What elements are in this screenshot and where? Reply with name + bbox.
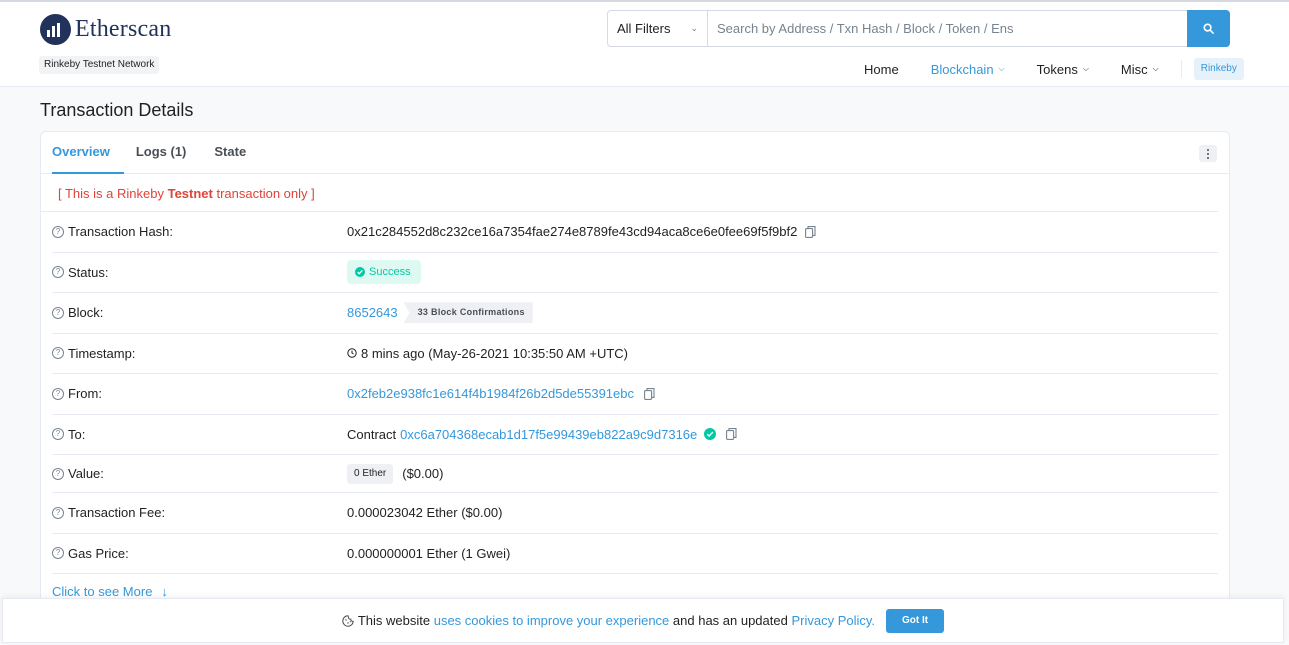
label-text: Transaction Fee: — [68, 505, 166, 521]
etherscan-logo-icon — [40, 14, 71, 45]
to-prefix: Contract — [347, 426, 397, 442]
cookie-text-2: and has an updated — [672, 613, 788, 628]
site-header: Etherscan Rinkeby Testnet Network All Fi… — [0, 2, 1289, 87]
transaction-card: Overview Logs (1) State [ This is a Rink… — [40, 131, 1230, 611]
got-it-button[interactable]: Got It — [886, 608, 945, 633]
etherscan-logo[interactable]: Etherscan — [40, 14, 171, 45]
confirmations-badge: 33 Block Confirmations — [403, 302, 533, 324]
search-bar: All Filters ⌄ — [607, 10, 1230, 47]
chevron-down-icon: ⌵ — [1152, 64, 1159, 73]
row-timestamp: ? Timestamp: 8 mins ago (May-26-2021 10:3… — [52, 334, 1218, 374]
check-circle-icon — [355, 267, 365, 278]
network-switch-button[interactable]: Rinkeby — [1193, 58, 1244, 80]
label-text: Status: — [68, 264, 109, 280]
tab-overview[interactable]: Overview — [52, 132, 124, 174]
chevron-down-icon: ⌵ — [998, 64, 1005, 73]
cookie-banner: This website uses cookies to improve you… — [2, 598, 1284, 643]
nav-tokens-label: Tokens — [1036, 61, 1078, 77]
row-from: ? From: 0x2feb2e938fc1e614f4b1984f26b2d5d… — [52, 374, 1218, 415]
search-button[interactable] — [1187, 10, 1230, 47]
timestamp-value: 8 mins ago (May-26-2021 10:35:50 AM +UTC… — [361, 345, 628, 361]
row-to: ? To: Contract 0xc6a704368ecab1d17f5e9943… — [52, 415, 1218, 455]
label-text: Transaction Hash: — [68, 224, 174, 240]
cookie-text: This website — [357, 613, 431, 628]
more-vertical-icon — [1207, 148, 1209, 151]
fee-value: 0.000023042 Ether ($0.00) — [347, 505, 503, 521]
label-text: Gas Price: — [68, 545, 129, 561]
row-gas-price: ? Gas Price: 0.000000001 Ether (1 Gwei) — [52, 534, 1218, 574]
label-text: Value: — [68, 466, 104, 481]
label-text: From: — [68, 386, 102, 402]
filter-label: All Filters — [617, 21, 671, 36]
notice-suffix: transaction only ] — [212, 186, 315, 201]
nav-misc-label: Misc — [1120, 61, 1148, 77]
question-icon[interactable]: ? — [52, 347, 64, 360]
ether-amount-badge: 0 Ether — [347, 463, 394, 484]
search-input[interactable] — [708, 11, 1187, 46]
verified-check-icon — [704, 428, 717, 441]
to-address-link[interactable]: 0xc6a704368ecab1d17f5e99439eb822a9c9d731… — [400, 427, 697, 442]
privacy-policy-link[interactable]: Privacy Policy. — [791, 613, 875, 628]
question-icon[interactable]: ? — [52, 387, 64, 400]
row-transaction-fee: ? Transaction Fee: 0.000023042 Ether ($0.… — [52, 493, 1218, 534]
tab-logs[interactable]: Logs (1) — [136, 132, 201, 174]
nav-blockchain[interactable]: Blockchain ⌵ — [931, 62, 1005, 77]
question-icon[interactable]: ? — [52, 467, 64, 480]
logo-text: Etherscan — [75, 16, 172, 42]
copy-icon[interactable] — [644, 387, 655, 400]
label-text: Timestamp: — [68, 345, 136, 361]
tab-state[interactable]: State — [214, 132, 260, 174]
page-title: Transaction Details — [40, 100, 194, 120]
row-value: ? Value: 0 Ether ($0.00) — [52, 455, 1218, 493]
tx-hash-value: 0x21c284552d8c232ce16a7354fae274e8789fe4… — [347, 224, 798, 240]
main-nav: Home Blockchain ⌵ Tokens ⌵ Misc ⌵ Rinkeb… — [848, 57, 1244, 81]
row-status: ? Status: Success — [52, 253, 1218, 293]
question-icon[interactable]: ? — [52, 266, 64, 279]
more-options-button[interactable] — [1199, 145, 1217, 162]
see-more-link[interactable]: Click to see More ↓ — [41, 574, 1229, 599]
cookie-icon — [342, 614, 354, 627]
nav-blockchain-label: Blockchain — [930, 61, 994, 77]
notice-prefix: [ This is a Rinkeby — [58, 186, 168, 201]
copy-icon[interactable] — [805, 225, 816, 238]
question-icon[interactable]: ? — [52, 306, 64, 319]
see-more-label: Click to see More — [52, 584, 153, 599]
tab-bar: Overview Logs (1) State — [41, 132, 1229, 174]
nav-home-label: Home — [864, 61, 899, 77]
arrow-down-icon: ↓ — [161, 584, 168, 599]
question-icon[interactable]: ? — [52, 225, 64, 238]
row-transaction-hash: ? Transaction Hash: 0x21c284552d8c232ce16… — [52, 212, 1218, 253]
nav-misc[interactable]: Misc ⌵ — [1121, 62, 1159, 77]
status-text: Success — [369, 266, 411, 279]
usd-value: ($0.00) — [402, 466, 444, 481]
chevron-down-icon: ⌄ — [690, 23, 698, 33]
from-address-link[interactable]: 0x2feb2e938fc1e614f4b1984f26b2d5de55391e… — [347, 386, 634, 401]
status-badge: Success — [347, 260, 421, 285]
nav-tokens[interactable]: Tokens ⌵ — [1037, 62, 1089, 77]
label-text: Block: — [68, 305, 104, 321]
block-link[interactable]: 8652643 — [347, 305, 398, 320]
label-text: To: — [68, 426, 86, 442]
search-icon — [1203, 23, 1214, 34]
gas-price-value: 0.000000001 Ether (1 Gwei) — [347, 545, 511, 561]
cookie-policy-link[interactable]: uses cookies to improve your experience — [434, 613, 670, 628]
copy-icon[interactable] — [726, 428, 737, 441]
nav-home[interactable]: Home — [864, 62, 899, 77]
nav-divider — [1180, 60, 1182, 78]
details-list: ? Transaction Hash: 0x21c284552d8c232ce16… — [52, 212, 1218, 574]
testnet-notice: [ This is a Rinkeby Testnet transaction … — [41, 174, 1218, 212]
network-badge: Rinkeby Testnet Network — [39, 56, 160, 74]
chevron-down-icon: ⌵ — [1082, 64, 1089, 73]
notice-bold: Testnet — [167, 186, 213, 201]
question-icon[interactable]: ? — [52, 428, 64, 441]
question-icon[interactable]: ? — [52, 506, 64, 519]
filter-select[interactable]: All Filters ⌄ — [608, 11, 708, 46]
row-block: ? Block: 8652643 33 Block Confirmations — [52, 293, 1218, 334]
question-icon[interactable]: ? — [52, 547, 64, 560]
clock-icon — [347, 348, 357, 358]
